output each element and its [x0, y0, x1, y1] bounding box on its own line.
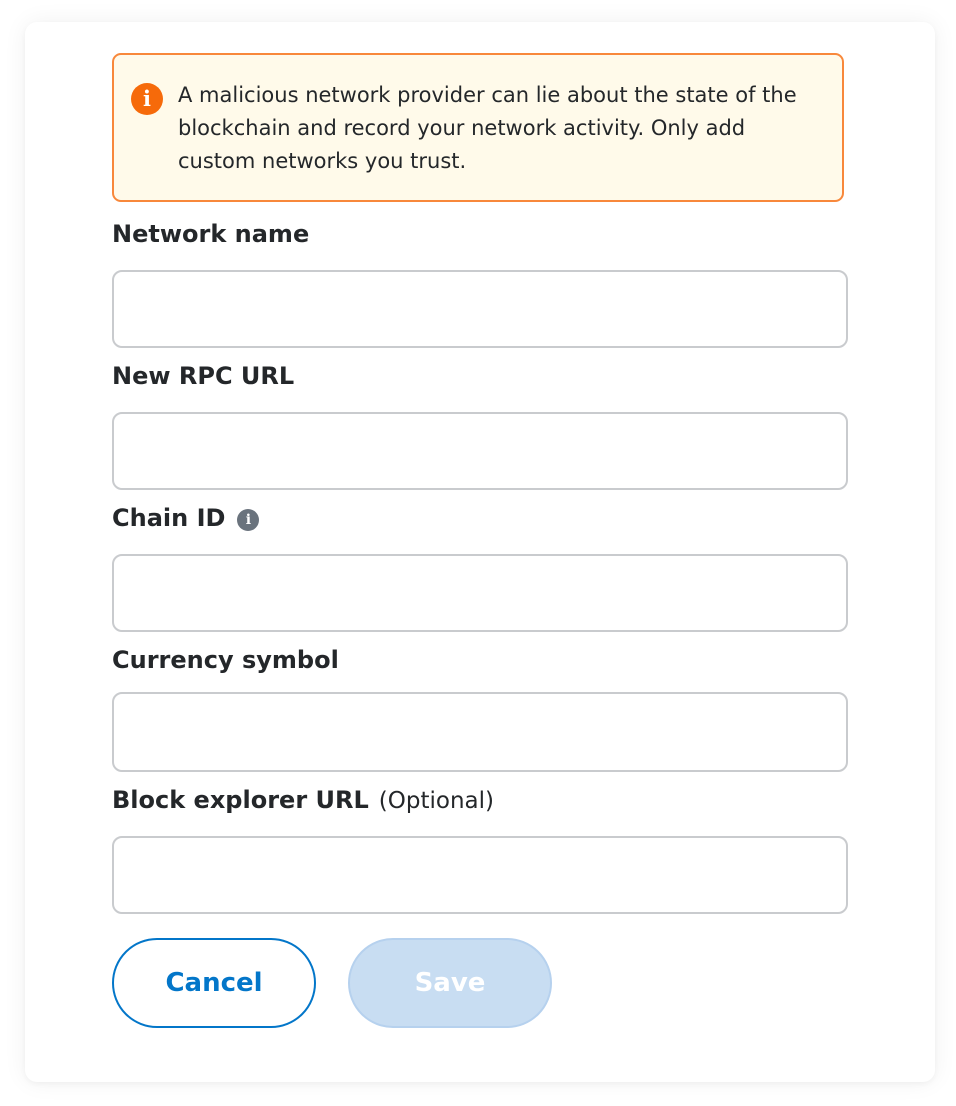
block-explorer-label: Block explorer URL (Optional) [112, 786, 494, 814]
alert-circle-icon: i [131, 83, 163, 115]
security-warning-banner: i A malicious network provider can lie a… [112, 53, 844, 202]
chain-id-label-text: Chain ID [112, 504, 226, 532]
block-explorer-input[interactable] [112, 836, 848, 914]
rpc-url-label: New RPC URL [112, 362, 294, 390]
currency-symbol-input[interactable] [112, 692, 848, 772]
network-name-input[interactable] [112, 270, 848, 348]
chain-id-label: Chain ID i [112, 504, 260, 532]
currency-symbol-label: Currency symbol [112, 646, 339, 674]
rpc-url-input[interactable] [112, 412, 848, 490]
rpc-url-label-text: New RPC URL [112, 362, 295, 390]
save-button[interactable]: Save [348, 938, 552, 1028]
optional-tag: (Optional) [378, 788, 494, 814]
info-icon[interactable]: i [237, 509, 260, 531]
chain-id-input[interactable] [112, 554, 848, 632]
currency-symbol-label-text: Currency symbol [112, 646, 339, 674]
cancel-button[interactable]: Cancel [112, 938, 316, 1028]
warning-text: A malicious network provider can lie abo… [178, 83, 797, 173]
network-name-label: Network name [112, 220, 309, 248]
block-explorer-label-text: Block explorer URL [112, 786, 369, 814]
network-name-label-text: Network name [112, 220, 310, 248]
